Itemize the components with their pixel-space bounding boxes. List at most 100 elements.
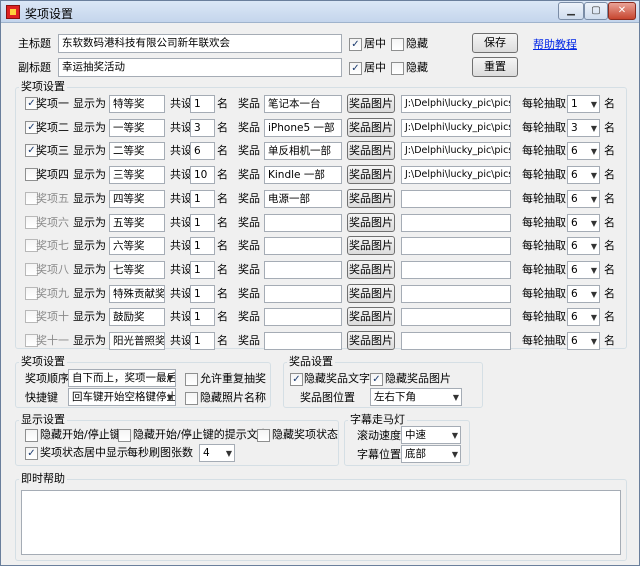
- prize-count-input[interactable]: 1: [190, 213, 215, 232]
- prize-image-button[interactable]: 奖品图片: [347, 236, 395, 256]
- prize-image-button[interactable]: 奖品图片: [347, 117, 395, 137]
- main-title-input[interactable]: 东软数码港科技有限公司新年联欢会: [58, 34, 342, 53]
- prize-count-input[interactable]: 1: [190, 95, 215, 113]
- prize-image-path-input[interactable]: J:\Delphi\lucky_pic\pics\1.jpg: [401, 118, 511, 137]
- prize-count-input[interactable]: 1: [190, 284, 215, 303]
- prize-display-input[interactable]: 阳光普照奖: [109, 332, 165, 350]
- prize-count-input[interactable]: 1: [190, 332, 215, 350]
- prize-item-input[interactable]: [264, 213, 342, 232]
- prize-show-as-label: 显示为: [73, 334, 106, 347]
- prize-per-round-unit: 名: [604, 239, 615, 253]
- allow-repeat-checkbox[interactable]: [185, 373, 198, 386]
- main-center-checkbox[interactable]: ✓: [349, 38, 362, 51]
- prize-count-input[interactable]: 10: [190, 166, 215, 185]
- prize-count-input[interactable]: 3: [190, 118, 215, 137]
- prize-per-round-select[interactable]: 3 ▼: [567, 118, 600, 137]
- prize-item-input[interactable]: [264, 332, 342, 350]
- prize-image-button[interactable]: 奖品图片: [347, 212, 395, 232]
- prize-unit-label: 名: [217, 144, 228, 158]
- prize-per-round-select[interactable]: 6 ▼: [567, 308, 600, 327]
- prize-item-input[interactable]: 单反相机一部: [264, 142, 342, 161]
- main-hide-checkbox[interactable]: [391, 38, 404, 51]
- prize-per-round-value: 6: [571, 263, 578, 276]
- refresh-rate-select[interactable]: 4 ▼: [199, 444, 235, 462]
- prize-display-input[interactable]: 特等奖: [109, 95, 165, 113]
- prize-per-round-select[interactable]: 6 ▼: [567, 332, 600, 350]
- prize-item-input[interactable]: 电源一部: [264, 189, 342, 208]
- prize-image-button[interactable]: 奖品图片: [347, 165, 395, 185]
- center-status-checkbox[interactable]: ✓: [25, 447, 38, 460]
- save-button[interactable]: 保存: [472, 33, 518, 53]
- chevron-down-icon: ▼: [590, 265, 597, 275]
- prize-display-input[interactable]: 五等奖: [109, 213, 165, 232]
- hide-status-checkbox[interactable]: [257, 429, 270, 442]
- maximize-button[interactable]: ▢: [584, 2, 608, 20]
- prize-per-round-select[interactable]: 1 ▼: [567, 95, 600, 113]
- prize-item-input[interactable]: 笔记本一台: [264, 95, 342, 113]
- shortcut-select[interactable]: 回车键开始空格键停止 ▼: [68, 388, 176, 406]
- hide-hint-checkbox[interactable]: [118, 429, 131, 442]
- prize-image-path-input[interactable]: J:\Delphi\lucky_pic\pics\0.jpg: [401, 95, 511, 113]
- prize-count-input[interactable]: 6: [190, 142, 215, 161]
- prize-image-button[interactable]: 奖品图片: [347, 141, 395, 161]
- prize-count-input[interactable]: 1: [190, 237, 215, 256]
- sub-hide-checkbox[interactable]: [391, 62, 404, 75]
- prize-item-input[interactable]: iPhone5 一部: [264, 118, 342, 137]
- prize-image-path-input[interactable]: [401, 332, 511, 350]
- prize-count-input[interactable]: 1: [190, 308, 215, 327]
- hide-item-text-checkbox[interactable]: ✓: [290, 373, 303, 386]
- prize-per-round-select[interactable]: 6 ▼: [567, 213, 600, 232]
- prize-count-input[interactable]: 1: [190, 260, 215, 279]
- sub-center-checkbox[interactable]: ✓: [349, 62, 362, 75]
- prize-image-button[interactable]: 奖品图片: [347, 188, 395, 208]
- hide-photo-name-checkbox[interactable]: [185, 392, 198, 405]
- prize-per-round-select[interactable]: 6 ▼: [567, 260, 600, 279]
- prize-per-round-select[interactable]: 6 ▼: [567, 237, 600, 256]
- close-button[interactable]: ✕: [608, 2, 636, 20]
- prize-item-input[interactable]: [264, 308, 342, 327]
- prize-image-path-input[interactable]: [401, 189, 511, 208]
- prize-image-path-input[interactable]: [401, 260, 511, 279]
- hide-start-stop-checkbox[interactable]: [25, 429, 38, 442]
- order-select[interactable]: 自下而上，奖项一最后 ▼: [68, 369, 176, 387]
- prize-display-input[interactable]: 三等奖: [109, 166, 165, 185]
- prize-image-button[interactable]: 奖品图片: [347, 94, 395, 113]
- sub-title-input[interactable]: 幸运抽奖活动: [58, 58, 342, 77]
- hide-item-image-checkbox[interactable]: ✓: [370, 373, 383, 386]
- prize-display-input[interactable]: 二等奖: [109, 142, 165, 161]
- prize-image-button[interactable]: 奖品图片: [347, 259, 395, 279]
- prize-item-input[interactable]: [264, 260, 342, 279]
- prize-per-round-select[interactable]: 6 ▼: [567, 142, 600, 161]
- prize-image-button[interactable]: 奖品图片: [347, 307, 395, 327]
- marquee-speed-select[interactable]: 中速 ▼: [401, 426, 461, 444]
- prize-item-input[interactable]: Kindle 一部: [264, 166, 342, 185]
- prize-image-path-input[interactable]: [401, 284, 511, 303]
- prize-per-round-select[interactable]: 6 ▼: [567, 284, 600, 303]
- marquee-position-select[interactable]: 底部 ▼: [401, 445, 461, 463]
- prize-image-path-input[interactable]: J:\Delphi\lucky_pic\pics\3.jpg: [401, 166, 511, 185]
- prize-item-input[interactable]: [264, 284, 342, 303]
- prize-display-input[interactable]: 四等奖: [109, 189, 165, 208]
- prize-image-path-input[interactable]: [401, 213, 511, 232]
- prize-display-input[interactable]: 七等奖: [109, 260, 165, 279]
- item-position-select[interactable]: 左右下角 ▼: [370, 388, 462, 406]
- help-textarea[interactable]: [21, 490, 621, 555]
- prize-display-input[interactable]: 特殊贡献奖: [109, 284, 165, 303]
- prize-display-input[interactable]: 六等奖: [109, 237, 165, 256]
- help-tutorial-link[interactable]: 帮助教程: [533, 36, 577, 52]
- prize-count-input[interactable]: 1: [190, 189, 215, 208]
- prize-image-button[interactable]: 奖品图片: [347, 283, 395, 303]
- prize-per-round-unit: 名: [604, 97, 615, 110]
- reset-button[interactable]: 重置: [472, 57, 518, 77]
- prize-per-round-select[interactable]: 6 ▼: [567, 189, 600, 208]
- prize-image-path-input[interactable]: [401, 308, 511, 327]
- chevron-down-icon: ▼: [590, 218, 597, 228]
- prize-per-round-select[interactable]: 6 ▼: [567, 166, 600, 185]
- prize-display-input[interactable]: 一等奖: [109, 118, 165, 137]
- prize-image-path-input[interactable]: [401, 237, 511, 256]
- prize-display-input[interactable]: 鼓励奖: [109, 308, 165, 327]
- prize-image-path-input[interactable]: J:\Delphi\lucky_pic\pics\2.jpg: [401, 142, 511, 161]
- prize-image-button[interactable]: 奖品图片: [347, 331, 395, 350]
- prize-item-input[interactable]: [264, 237, 342, 256]
- minimize-button[interactable]: ▁: [558, 2, 584, 20]
